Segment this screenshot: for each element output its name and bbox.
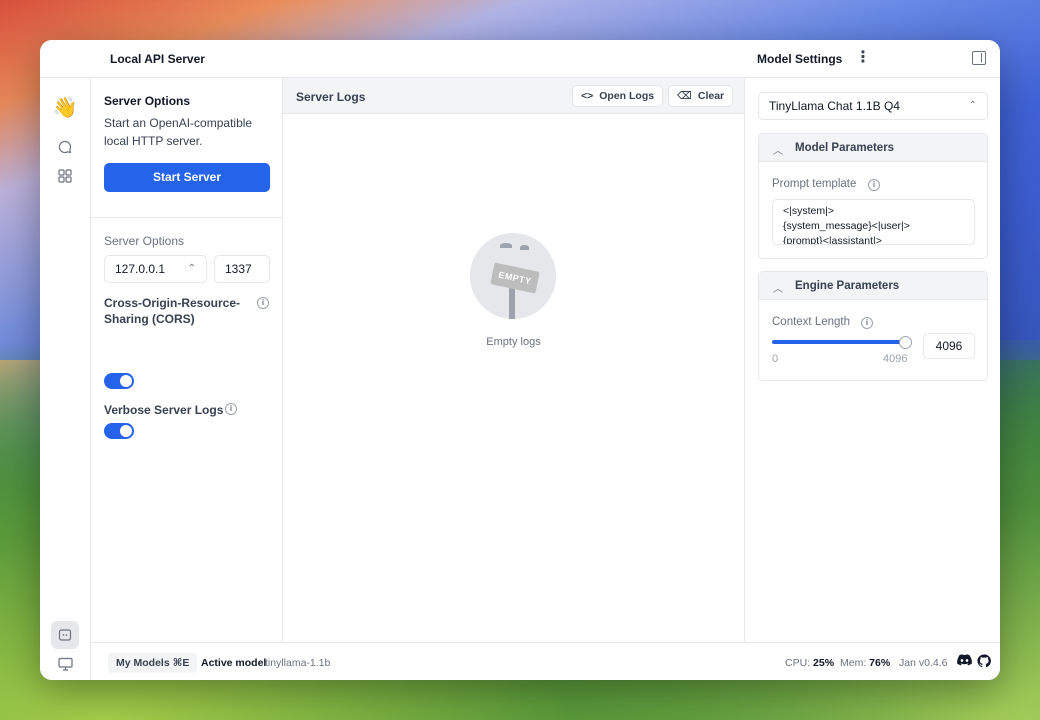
host-value: 127.0.0.1 [115,262,166,276]
verbose-logs-toggle[interactable] [104,423,134,439]
context-length-slider[interactable] [772,340,905,344]
port-input[interactable]: 1337 [214,255,270,283]
active-model-value: tinyllama-1.1b [265,657,331,669]
cloud-icon [500,243,512,248]
engine-parameters-section: ︿ Engine Parameters Context Length i 0 4… [758,271,988,381]
chat-icon[interactable] [53,135,77,159]
divider [91,217,283,218]
version-label: Jan v0.4.6 [899,657,948,669]
panel-right-icon[interactable] [972,51,986,65]
info-icon[interactable]: i [225,403,237,415]
prompt-template-value: <|system|> {system_message}<|user|> {pro… [783,205,910,245]
info-icon[interactable]: i [861,317,873,329]
code-icon: <> [581,90,594,102]
cpu-label: CPU: [785,657,811,669]
grid-icon[interactable] [53,164,77,188]
context-length-label: Context Length [772,316,851,328]
model-parameters-header[interactable]: ︿ Model Parameters [759,134,987,162]
top-bar: Local API Server Model Settings ⋮ [40,40,1000,78]
server-logs-panel: Server Logs <> Open Logs ⌫ Clear EMPTY Emp… [283,78,744,680]
chevron-updown-icon: ⌃ [187,263,196,274]
server-options-title: Server Options [104,94,191,108]
prompt-template-textarea[interactable]: <|system|> {system_message}<|user|> {pro… [772,199,975,245]
cpu-stat: CPU: 25% [785,657,834,669]
clear-logs-button[interactable]: ⌫ Clear [668,85,734,107]
prompt-template-label: Prompt template [772,178,857,190]
start-server-button[interactable]: Start Server [104,163,270,192]
hello-hand-icon[interactable]: 👋 [53,95,78,119]
mem-value: 76% [869,657,891,669]
chevron-up-icon: ︿ [773,146,783,157]
context-length-input[interactable]: 4096 [923,333,975,359]
model-value: TinyLlama Chat 1.1B Q4 [769,99,900,113]
info-icon[interactable]: i [257,297,269,309]
my-models-button[interactable]: My Models ⌘E [108,653,198,673]
monitor-icon[interactable] [53,652,77,676]
slider-max-label: 4096 [883,353,908,365]
model-settings-panel: TinyLlama Chat 1.1B Q4 ⌃ ︿ Model Paramet… [744,78,1000,680]
cloud-icon [520,245,529,250]
page-title: Local API Server [110,52,205,66]
sidebar-nav: 👋 [40,78,91,680]
model-settings-title: Model Settings [757,52,843,66]
open-logs-label: Open Logs [599,90,655,102]
broom-icon: ⌫ [677,90,692,102]
more-vertical-icon[interactable]: ⋮ [855,49,871,67]
chevron-up-icon: ︿ [773,284,783,295]
server-options-label: Server Options [104,234,185,248]
cors-label: Cross-Origin-Resource-Sharing (CORS) [104,296,241,326]
logs-title: Server Logs [296,90,366,104]
info-icon[interactable]: i [868,179,880,191]
engine-parameters-header[interactable]: ︿ Engine Parameters [759,272,987,300]
model-select[interactable]: TinyLlama Chat 1.1B Q4 ⌃ [758,92,988,120]
cors-toggle[interactable] [104,373,134,389]
server-options-description: Start an OpenAI-compatible local HTTP se… [104,116,253,148]
host-select[interactable]: 127.0.0.1 ⌃ [104,255,207,283]
active-model-label: Active model [201,657,267,669]
chevron-updown-icon: ⌃ [968,100,977,111]
discord-icon[interactable] [956,654,972,670]
context-length-slider-thumb[interactable] [899,336,912,349]
status-bar: My Models ⌘E Active model tinyllama-1.1b… [91,642,1000,680]
logs-header: Server Logs <> Open Logs ⌫ Clear [283,78,744,114]
cpu-value: 25% [813,657,835,669]
mem-stat: Mem: 76% [840,657,890,669]
settings-icon[interactable] [53,679,77,680]
empty-sign: EMPTY [490,262,540,294]
open-logs-button[interactable]: <> Open Logs [572,85,664,107]
clear-label: Clear [697,90,725,102]
empty-illustration: EMPTY [470,233,556,319]
server-options-panel: Server Options Start an OpenAI-compatibl… [91,78,283,680]
model-parameters-title: Model Parameters [795,142,895,154]
empty-logs-text: Empty logs [486,336,541,348]
mem-label: Mem: [840,657,867,669]
app-window: Local API Server Model Settings ⋮ 👋 Serv… [40,40,1000,680]
api-server-icon[interactable] [51,621,79,649]
slider-min-label: 0 [772,353,779,365]
engine-parameters-title: Engine Parameters [795,280,900,292]
model-parameters-section: ︿ Model Parameters Prompt template i <|s… [758,133,988,259]
github-icon[interactable] [976,654,992,670]
